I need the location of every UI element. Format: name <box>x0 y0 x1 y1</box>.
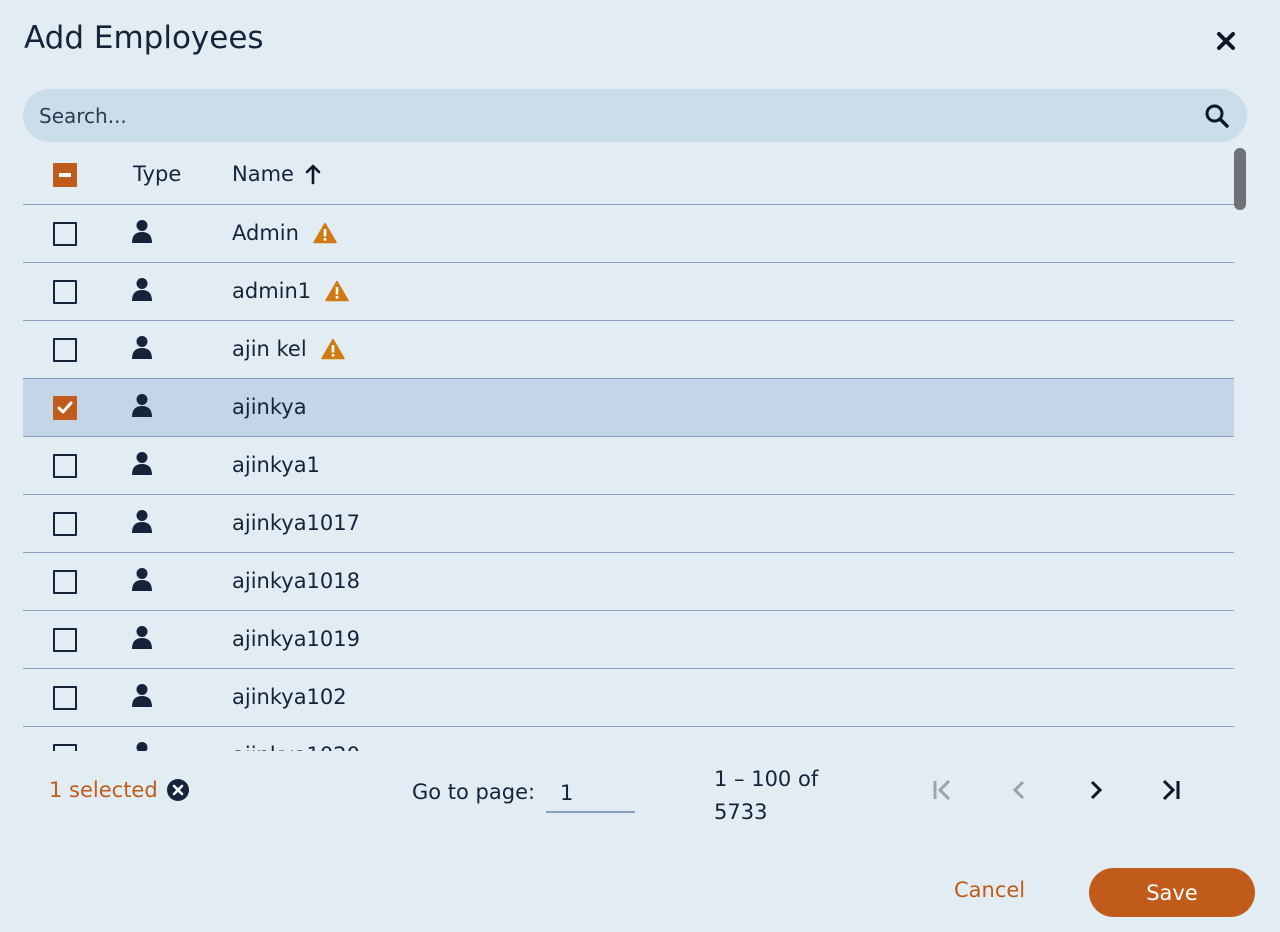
table-header: Type Name <box>23 146 1234 205</box>
indeterminate-icon <box>59 173 71 177</box>
employee-name-cell: ajinkya1020 <box>232 743 360 751</box>
person-icon <box>131 567 153 593</box>
employee-name-cell: admin1 <box>232 279 349 303</box>
row-checkbox[interactable] <box>53 338 77 362</box>
table-row[interactable]: ajinkya1 <box>23 437 1234 495</box>
table-row[interactable]: ajinkya102 <box>23 669 1234 727</box>
search-icon[interactable] <box>1203 102 1231 130</box>
employee-name: ajinkya1020 <box>232 743 360 751</box>
employee-name: ajinkya1 <box>232 453 320 477</box>
employee-name-cell: ajinkya1019 <box>232 627 360 651</box>
goto-page-label: Go to page: <box>412 780 536 804</box>
row-checkbox[interactable] <box>53 744 77 751</box>
employee-name-cell: Admin <box>232 221 337 245</box>
search-bar <box>23 89 1247 142</box>
employee-name-cell: ajin kel <box>232 337 345 361</box>
table-row[interactable]: ajin kel <box>23 321 1234 379</box>
employee-name: ajin kel <box>232 337 307 361</box>
person-icon <box>131 625 153 651</box>
cancel-button[interactable]: Cancel <box>954 878 1025 902</box>
first-page-button[interactable] <box>924 772 960 808</box>
close-button[interactable] <box>1212 27 1240 55</box>
person-icon <box>131 741 153 751</box>
employee-name-cell: ajinkya1 <box>232 453 320 477</box>
warning-icon <box>325 280 349 302</box>
row-checkbox[interactable] <box>53 686 77 710</box>
person-icon <box>131 277 153 303</box>
row-checkbox[interactable] <box>53 570 77 594</box>
table-row[interactable]: admin1 <box>23 263 1234 321</box>
warning-icon <box>313 222 337 244</box>
row-checkbox[interactable] <box>53 454 77 478</box>
person-icon <box>131 219 153 245</box>
page-range-label: 1 – 100 of 5733 <box>714 767 819 824</box>
employee-name: ajinkya <box>232 395 307 419</box>
person-icon <box>131 509 153 535</box>
table-row[interactable]: ajinkya1018 <box>23 553 1234 611</box>
employee-name: ajinkya1018 <box>232 569 360 593</box>
first-page-icon <box>933 779 951 801</box>
row-checkbox[interactable] <box>53 280 77 304</box>
employee-name-cell: ajinkya1018 <box>232 569 360 593</box>
save-button[interactable]: Save <box>1089 868 1255 917</box>
last-page-icon <box>1162 779 1180 801</box>
table-row[interactable]: ajinkya1017 <box>23 495 1234 553</box>
person-icon <box>131 393 153 419</box>
column-header-name[interactable]: Name <box>232 162 322 186</box>
search-input[interactable] <box>39 89 1203 142</box>
last-page-button[interactable] <box>1153 772 1189 808</box>
employee-name-cell: ajinkya <box>232 395 307 419</box>
employee-name: ajinkya102 <box>232 685 347 709</box>
table-row[interactable]: ajinkya1019 <box>23 611 1234 669</box>
person-icon <box>131 683 153 709</box>
chevron-left-icon <box>1012 780 1025 800</box>
previous-page-button[interactable] <box>1002 772 1038 808</box>
row-checkbox[interactable] <box>53 222 77 246</box>
table-scrollbar[interactable] <box>1234 148 1246 210</box>
employee-name: ajinkya1019 <box>232 627 360 651</box>
column-header-name-label: Name <box>232 162 294 186</box>
employee-name: Admin <box>232 221 299 245</box>
dialog-title: Add Employees <box>24 20 264 56</box>
employee-name: admin1 <box>232 279 312 303</box>
table-row[interactable]: ajinkya1020 <box>23 727 1234 751</box>
selected-count: 1 selected <box>49 778 190 802</box>
selected-count-label: 1 selected <box>49 778 158 802</box>
next-page-button[interactable] <box>1077 772 1113 808</box>
warning-icon <box>320 338 345 360</box>
column-header-type[interactable]: Type <box>133 162 181 186</box>
row-checkbox[interactable] <box>53 396 77 420</box>
goto-page-input[interactable] <box>546 774 635 813</box>
employee-name-cell: ajinkya1017 <box>232 511 360 535</box>
row-checkbox[interactable] <box>53 628 77 652</box>
table-row[interactable]: Admin <box>23 205 1234 263</box>
select-all-checkbox[interactable] <box>53 163 77 187</box>
employee-name-cell: ajinkya102 <box>232 685 347 709</box>
checkmark-icon <box>57 401 73 414</box>
table-row[interactable]: ajinkya <box>23 379 1234 437</box>
row-checkbox[interactable] <box>53 512 77 536</box>
clear-selection-icon[interactable] <box>166 778 190 802</box>
sort-ascending-icon <box>305 164 321 185</box>
employee-name: ajinkya1017 <box>232 511 360 535</box>
close-icon <box>1217 32 1235 50</box>
employee-table: Type Name Admin admin1 ajin kel ajinkya ajin… <box>23 146 1234 751</box>
chevron-right-icon <box>1090 780 1103 800</box>
person-icon <box>131 335 153 361</box>
person-icon <box>131 451 153 477</box>
